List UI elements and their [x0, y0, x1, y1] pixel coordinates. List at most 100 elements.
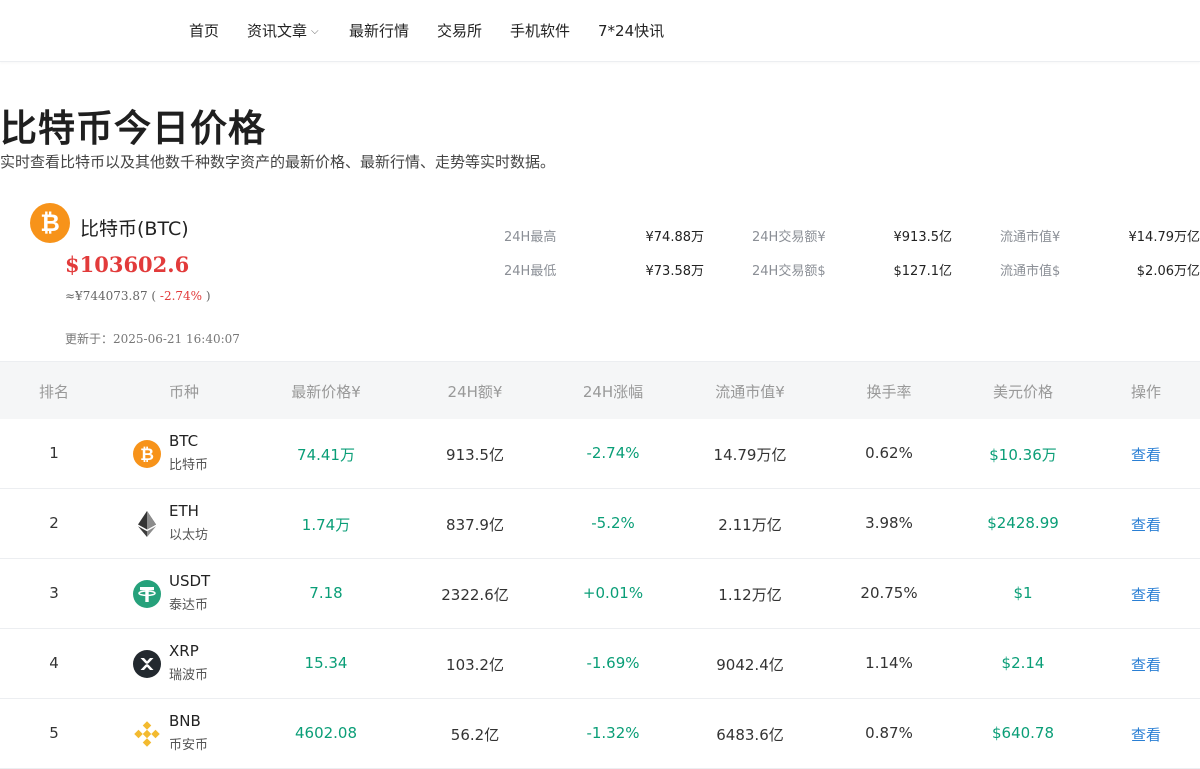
updated-timestamp: 更新于：2025-06-21 16:40:07: [65, 330, 240, 347]
row-turnover: 20.75%: [860, 584, 917, 602]
header-price: 最新价格¥: [291, 381, 361, 402]
header-usd-price: 美元价格: [993, 381, 1053, 402]
row-usd-price: $640.78: [992, 724, 1054, 742]
row-rank: 5: [49, 724, 59, 742]
stat-volume-usd-label: 24H交易额$: [752, 260, 826, 279]
row-rank: 4: [49, 654, 59, 672]
row-price: 4602.08: [295, 724, 357, 742]
table-row[interactable]: 3 USDT 泰达币 7.18 2322.6亿 +0.01% 1.12万亿 20…: [0, 559, 1200, 629]
row-symbol: ETH: [169, 502, 199, 520]
stat-high-label: 24H最高: [504, 226, 556, 245]
table-row[interactable]: 5 BNB 币安币 4602.08 56.2亿 -1.32% 6483.6亿 0…: [0, 699, 1200, 769]
row-usd-price: $2.14: [1002, 654, 1045, 672]
view-link[interactable]: 查看: [1131, 724, 1161, 745]
row-market-cap: 6483.6亿: [716, 724, 784, 745]
row-turnover: 3.98%: [865, 514, 913, 532]
row-change: -1.69%: [586, 654, 639, 672]
row-coin-name: 币安币: [169, 734, 208, 753]
row-symbol: BNB: [169, 712, 201, 730]
view-link[interactable]: 查看: [1131, 444, 1161, 465]
row-symbol: USDT: [169, 572, 210, 590]
nav-articles[interactable]: 资讯文章 ⌵: [247, 20, 319, 41]
svg-text:₿: ₿: [140, 445, 154, 465]
row-symbol: XRP: [169, 642, 199, 660]
row-volume: 2322.6亿: [441, 584, 509, 605]
page-subtitle: 实时查看比特币以及其他数千种数字资产的最新价格、最新行情、走势等实时数据。: [0, 151, 555, 172]
row-coin-name: 以太坊: [169, 524, 208, 543]
stat-volume-cny-value: ¥913.5亿: [894, 226, 953, 245]
stat-marketcap-usd-label: 流通市值$: [1000, 260, 1060, 279]
xrp-icon: [133, 650, 161, 678]
table-row[interactable]: 4 XRP 瑞波币 15.34 103.2亿 -1.69% 9042.4亿 1.…: [0, 629, 1200, 699]
nav-exchanges[interactable]: 交易所: [437, 20, 482, 41]
ethereum-icon: [133, 510, 161, 538]
header-action: 操作: [1131, 381, 1161, 402]
view-link[interactable]: 查看: [1131, 584, 1161, 605]
row-usd-price: $10.36万: [989, 444, 1057, 465]
row-symbol: BTC: [169, 432, 198, 450]
row-turnover: 0.87%: [865, 724, 913, 742]
stat-high-value: ¥74.88万: [646, 226, 705, 245]
row-coin-name: 瑞波币: [169, 664, 208, 683]
page-title: 比特币今日价格: [0, 98, 266, 152]
row-price: 15.34: [305, 654, 348, 672]
header-coin: 币种: [169, 381, 199, 402]
row-turnover: 0.62%: [865, 444, 913, 462]
row-rank: 3: [49, 584, 59, 602]
bitcoin-icon: ₿: [133, 440, 161, 468]
row-rank: 2: [49, 514, 59, 532]
header-market-cap: 流通市值¥: [715, 381, 785, 402]
coin-name: 比特币(BTC): [80, 214, 189, 241]
row-coin-name: 比特币: [169, 454, 208, 473]
row-volume: 56.2亿: [451, 724, 499, 745]
svg-text:₿: ₿: [40, 209, 60, 237]
bnb-icon: [133, 720, 161, 748]
row-usd-price: $1: [1013, 584, 1032, 602]
tether-icon: [133, 580, 161, 608]
row-turnover: 1.14%: [865, 654, 913, 672]
nav-articles-label: 资讯文章: [247, 22, 307, 40]
coin-cny-value: ≈¥744073.87: [65, 289, 148, 303]
stat-low-label: 24H最低: [504, 260, 556, 279]
table-row[interactable]: 1 ₿ BTC 比特币 74.41万 913.5亿 -2.74% 14.79万亿…: [0, 419, 1200, 489]
row-change: +0.01%: [583, 584, 643, 602]
row-market-cap: 2.11万亿: [718, 514, 781, 535]
chevron-down-icon: ⌵: [311, 26, 319, 37]
header-volume: 24H额¥: [448, 381, 503, 402]
coin-cny-price: ≈¥744073.87 ( -2.74% ): [65, 289, 211, 303]
row-change: -1.32%: [586, 724, 639, 742]
top-navigation: 首页 资讯文章 ⌵ 最新行情 交易所 手机软件 7*24快讯: [0, 0, 1200, 62]
row-market-cap: 14.79万亿: [714, 444, 787, 465]
row-price: 7.18: [309, 584, 342, 602]
stat-volume-usd-value: $127.1亿: [894, 260, 953, 279]
stat-low-value: ¥73.58万: [646, 260, 705, 279]
nav-flash-news[interactable]: 7*24快讯: [598, 20, 664, 41]
row-rank: 1: [49, 444, 59, 462]
row-volume: 103.2亿: [446, 654, 504, 675]
view-link[interactable]: 查看: [1131, 514, 1161, 535]
row-market-cap: 9042.4亿: [716, 654, 784, 675]
row-change: -5.2%: [591, 514, 635, 532]
nav-home[interactable]: 首页: [189, 20, 219, 41]
header-turnover: 换手率: [866, 381, 911, 402]
row-volume: 913.5亿: [446, 444, 504, 465]
row-usd-price: $2428.99: [987, 514, 1059, 532]
stat-marketcap-cny-label: 流通市值¥: [1000, 226, 1060, 245]
row-market-cap: 1.12万亿: [718, 584, 781, 605]
row-change: -2.74%: [586, 444, 639, 462]
bitcoin-icon: ₿: [30, 203, 70, 243]
stat-marketcap-cny-value: ¥14.79万亿: [1129, 226, 1200, 245]
header-rank: 排名: [39, 381, 69, 402]
row-volume: 837.9亿: [446, 514, 504, 535]
row-price: 74.41万: [297, 444, 355, 465]
row-price: 1.74万: [302, 514, 350, 535]
coin-change: -2.74%: [160, 289, 202, 303]
row-coin-name: 泰达币: [169, 594, 208, 613]
view-link[interactable]: 查看: [1131, 654, 1161, 675]
price-table: 排名 币种 最新价格¥ 24H额¥ 24H涨幅 流通市值¥ 换手率 美元价格 操…: [0, 361, 1200, 769]
coin-usd-price: $103602.6: [65, 252, 189, 277]
nav-mobile-apps[interactable]: 手机软件: [510, 20, 570, 41]
table-row[interactable]: 2 ETH 以太坊 1.74万 837.9亿 -5.2% 2.11万亿 3.98…: [0, 489, 1200, 559]
nav-market[interactable]: 最新行情: [349, 20, 409, 41]
header-change: 24H涨幅: [583, 381, 643, 402]
